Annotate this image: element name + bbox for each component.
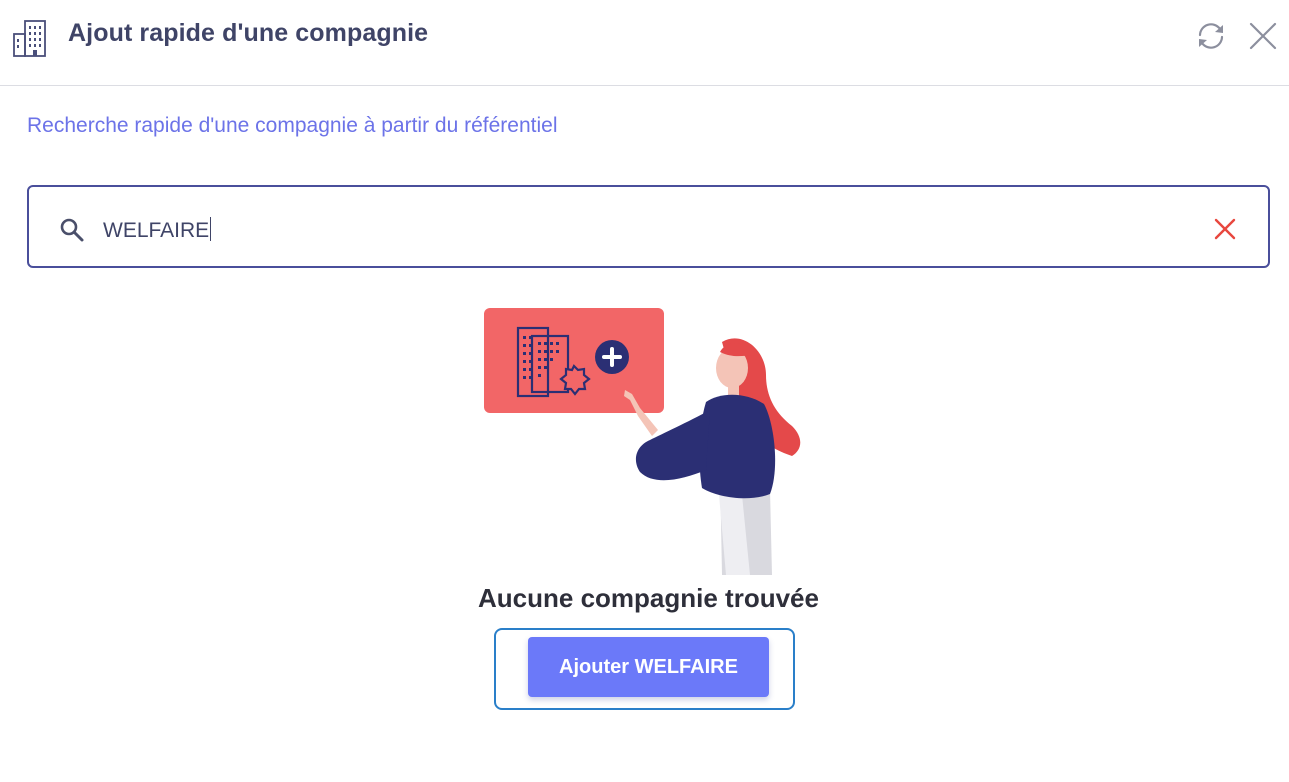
dialog-title: Ajout rapide d'une compagnie [68, 19, 429, 47]
company-search-field[interactable]: WELFAIRE [27, 185, 1270, 268]
card-gear-icon [559, 364, 591, 396]
close-icon[interactable] [1246, 19, 1280, 53]
empty-state-illustration [484, 308, 801, 575]
building-icon [13, 20, 46, 57]
add-company-card [484, 308, 664, 413]
clear-icon[interactable] [1212, 216, 1238, 242]
search-input[interactable]: WELFAIRE [103, 217, 212, 243]
add-company-button[interactable]: Ajouter WELFAIRE [528, 637, 769, 697]
dialog-header: Ajout rapide d'une compagnie [0, 0, 1289, 86]
quick-add-company-dialog: Ajout rapide d'une compagnie Recherche r… [0, 0, 1289, 782]
no-result-message: Aucune compagnie trouvée [478, 583, 819, 613]
search-description: Recherche rapide d'une compagnie à parti… [27, 114, 558, 137]
search-icon [60, 218, 84, 242]
text-caret [210, 217, 212, 241]
refresh-icon[interactable] [1194, 19, 1228, 53]
search-input-value: WELFAIRE [103, 219, 210, 242]
